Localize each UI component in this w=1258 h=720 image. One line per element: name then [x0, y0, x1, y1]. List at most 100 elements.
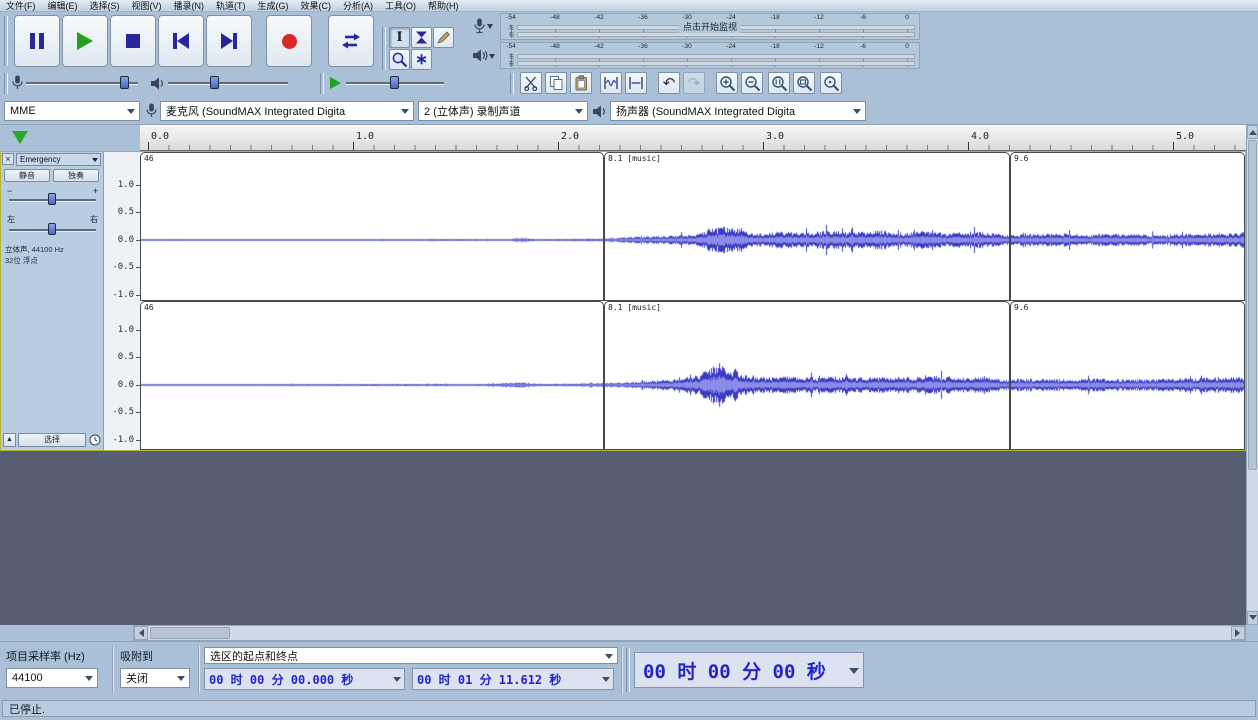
- vertical-scale-ruler[interactable]: 1.0 0.5 0.0 -0.5 -1.0 1.0 0.5 0.0 -0.5 -…: [104, 152, 140, 450]
- pan-thumb[interactable]: [48, 223, 56, 235]
- play-at-speed-icon[interactable]: [330, 77, 341, 89]
- zoom-out-button[interactable]: [741, 72, 763, 94]
- timeline-pin-icon[interactable]: [12, 131, 28, 144]
- menu-analyze[interactable]: 分析(A): [337, 0, 379, 12]
- redo-button[interactable]: ↷: [683, 72, 705, 94]
- multi-tool-button[interactable]: ∗: [411, 49, 432, 70]
- menu-help[interactable]: 帮助(H): [422, 0, 465, 12]
- playback-volume-slider[interactable]: [168, 74, 288, 92]
- selection-end-field[interactable]: 00 时 01 分 11.612 秒: [412, 668, 614, 690]
- selection-mode-select[interactable]: 选区的起点和终点: [204, 647, 618, 664]
- stop-button[interactable]: [110, 15, 156, 67]
- clock-icon[interactable]: [89, 434, 101, 446]
- track-title-menu[interactable]: Emergency: [16, 153, 101, 166]
- gain-slider[interactable]: [9, 192, 96, 208]
- playback-meter-bar[interactable]: -54 -48 -42 -36 -30 -24 -18 -12 -6 0 左 右: [500, 42, 920, 69]
- play-at-speed-grip[interactable]: [320, 73, 324, 94]
- zoom-in-button[interactable]: [716, 72, 738, 94]
- solo-button[interactable]: 独奏: [53, 169, 99, 182]
- timeline-ruler[interactable]: 0.0 1.0 2.0 3.0 4.0 5.0: [140, 125, 1246, 151]
- draw-tool-button[interactable]: [433, 27, 454, 48]
- recording-meter-bar[interactable]: -54 -48 -42 -36 -30 -24 -18 -12 -6 0 左 右…: [500, 13, 920, 40]
- audio-host-select[interactable]: MME: [4, 101, 140, 121]
- pause-button[interactable]: [14, 15, 60, 67]
- pan-slider[interactable]: [9, 222, 96, 238]
- recording-channels-select[interactable]: 2 (立体声) 录制声道: [418, 101, 588, 121]
- cut-button[interactable]: [520, 72, 542, 94]
- audio-clip[interactable]: 9.6: [1010, 301, 1245, 450]
- play-speed-thumb[interactable]: [390, 76, 399, 89]
- scroll-up-button[interactable]: [1247, 125, 1258, 139]
- transport-toolbar-grip[interactable]: [4, 16, 8, 66]
- menu-select[interactable]: 选择(S): [84, 0, 126, 12]
- undo-button[interactable]: ↶: [658, 72, 680, 94]
- gain-thumb[interactable]: [48, 193, 56, 205]
- audio-clip[interactable]: 46: [140, 301, 604, 450]
- recording-volume-slider[interactable]: [26, 74, 138, 92]
- track-select-button[interactable]: 选择: [18, 433, 86, 447]
- collapse-track-button[interactable]: ▲: [3, 433, 16, 447]
- menu-effect[interactable]: 效果(C): [295, 0, 338, 12]
- timeline-label: 1.0: [356, 131, 375, 142]
- mute-button[interactable]: 静音: [4, 169, 50, 182]
- time-toolbar-grip[interactable]: [626, 648, 630, 692]
- project-rate-value: 44100: [12, 672, 43, 684]
- silence-selection-button[interactable]: [625, 72, 647, 94]
- audio-position-display[interactable]: 00 时 00 分 00 秒: [634, 652, 864, 688]
- recording-volume-thumb[interactable]: [120, 76, 129, 89]
- recording-channels-value: 2 (立体声) 录制声道: [424, 106, 521, 118]
- menu-tracks[interactable]: 轨道(T): [210, 0, 252, 12]
- record-button[interactable]: [266, 15, 312, 67]
- meter-scale-label: -36: [638, 43, 648, 50]
- audio-clip[interactable]: 46: [140, 152, 604, 301]
- fit-selection-button[interactable]: [768, 72, 790, 94]
- copy-button[interactable]: [545, 72, 567, 94]
- snap-to-select[interactable]: 关闭: [120, 668, 190, 688]
- menu-file[interactable]: 文件(F): [0, 0, 42, 12]
- trim-outside-selection-button[interactable]: [600, 72, 622, 94]
- tools-toolbar-grip[interactable]: [382, 27, 386, 70]
- recording-meter-dropdown-icon[interactable]: [487, 24, 493, 32]
- waveform-area[interactable]: 46 8.1 [music] 9.6 46 8.1 [music] 9.6: [140, 152, 1245, 450]
- edit-toolbar-grip[interactable]: [510, 73, 514, 94]
- selection-start-field[interactable]: 00 时 00 分 00.000 秒: [204, 668, 405, 690]
- zoom-in-icon: [719, 75, 735, 91]
- paste-button[interactable]: [570, 72, 592, 94]
- playback-volume-thumb[interactable]: [210, 76, 219, 89]
- mixer-toolbar-grip[interactable]: [4, 73, 8, 94]
- fit-project-button[interactable]: [793, 72, 815, 94]
- track-view-area[interactable]: × Emergency 静音 独奏 − + 左 右 立体声, 44100 Hz …: [0, 151, 1246, 625]
- audio-clip[interactable]: 9.6: [1010, 152, 1245, 301]
- skip-to-end-button[interactable]: [206, 15, 252, 67]
- envelope-tool-button[interactable]: [411, 27, 432, 48]
- scroll-right-button[interactable]: [1231, 626, 1245, 640]
- play-speed-slider[interactable]: [346, 74, 444, 92]
- menu-transport[interactable]: 播录(N): [168, 0, 211, 12]
- vertical-scrollbar[interactable]: [1246, 125, 1258, 625]
- playback-device-select[interactable]: 扬声器 (SoundMAX Integrated Digita: [610, 101, 866, 121]
- loop-button[interactable]: [328, 15, 374, 67]
- menu-view[interactable]: 视图(V): [126, 0, 168, 12]
- menu-edit[interactable]: 编辑(E): [42, 0, 84, 12]
- menu-tools[interactable]: 工具(O): [379, 0, 422, 12]
- monitor-overlay-text[interactable]: 点击开始监视: [678, 20, 742, 33]
- fit-project-icon: [796, 75, 812, 91]
- play-button[interactable]: [62, 15, 108, 67]
- selection-tool-button[interactable]: I: [389, 27, 410, 48]
- horizontal-scrollbar[interactable]: [133, 625, 1246, 641]
- audio-clip[interactable]: 8.1 [music]: [604, 152, 1010, 301]
- recording-device-select[interactable]: 麦克风 (SoundMAX Integrated Digita: [160, 101, 414, 121]
- scroll-left-button[interactable]: [134, 626, 148, 640]
- skip-to-start-button[interactable]: [158, 15, 204, 67]
- scroll-down-button[interactable]: [1247, 611, 1258, 625]
- zoom-tool-button[interactable]: [389, 49, 410, 70]
- zoom-toggle-button[interactable]: [820, 72, 842, 94]
- undo-icon: ↶: [662, 74, 676, 92]
- track-close-button[interactable]: ×: [2, 153, 14, 165]
- project-rate-select[interactable]: 44100: [6, 668, 98, 688]
- menu-generate[interactable]: 生成(G): [252, 0, 295, 12]
- vertical-scroll-thumb[interactable]: [1248, 140, 1257, 470]
- playback-meter-dropdown-icon[interactable]: [489, 54, 495, 62]
- audio-clip[interactable]: 8.1 [music]: [604, 301, 1010, 450]
- horizontal-scroll-thumb[interactable]: [150, 627, 230, 639]
